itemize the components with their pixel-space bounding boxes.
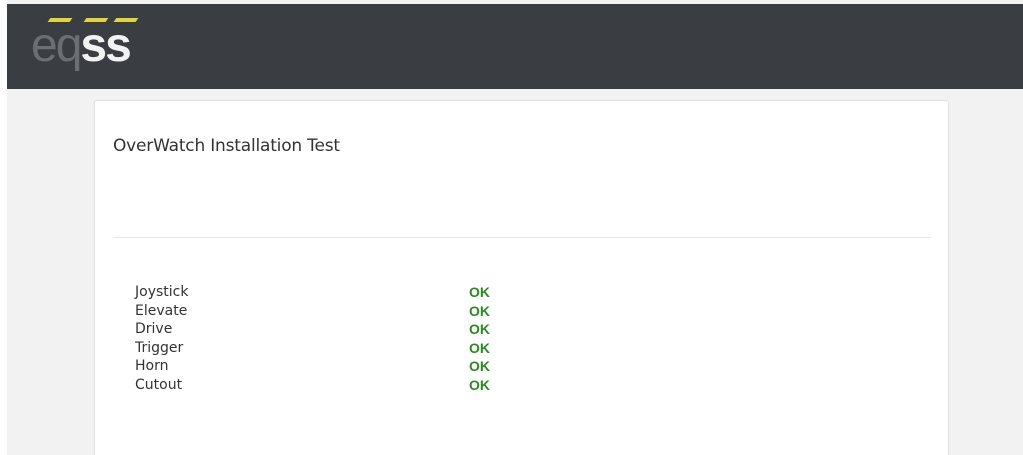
test-status: OK xyxy=(469,358,490,375)
test-label: Elevate xyxy=(135,302,188,319)
test-result-row-cutout: Cutout OK xyxy=(135,376,635,395)
card-divider xyxy=(113,237,931,238)
test-label: Joystick xyxy=(135,284,189,300)
test-results-list: Joystick OK Elevate OK Drive OK Trigger … xyxy=(135,283,635,395)
test-result-row-horn: Horn OK xyxy=(135,357,635,376)
test-status: OK xyxy=(469,284,490,300)
test-status: OK xyxy=(469,321,490,338)
test-status: OK xyxy=(469,339,490,356)
card-title: OverWatch Installation Test xyxy=(113,136,340,156)
page: eqss OverWatch Installation Test Joystic… xyxy=(0,0,1023,455)
header-bar: eqss xyxy=(7,4,1023,89)
logo-text-eq: eq xyxy=(31,19,82,72)
left-edge xyxy=(0,0,7,455)
test-status: OK xyxy=(469,376,490,393)
test-label: Cutout xyxy=(135,376,183,393)
installation-test-card: OverWatch Installation Test Joystick OK … xyxy=(94,100,949,455)
test-result-row-trigger: Trigger OK xyxy=(135,339,635,358)
test-label: Horn xyxy=(135,358,169,375)
test-label: Drive xyxy=(135,321,173,338)
test-result-row-drive: Drive OK xyxy=(135,320,635,339)
test-status: OK xyxy=(469,302,490,319)
test-result-row-joystick: Joystick OK xyxy=(135,283,635,302)
eqss-logo[interactable]: eqss xyxy=(31,14,191,74)
logo-text-ss: ss xyxy=(80,19,131,72)
test-label: Trigger xyxy=(135,339,184,356)
logo-text: eqss xyxy=(31,18,132,74)
test-result-row-elevate: Elevate OK xyxy=(135,302,635,321)
